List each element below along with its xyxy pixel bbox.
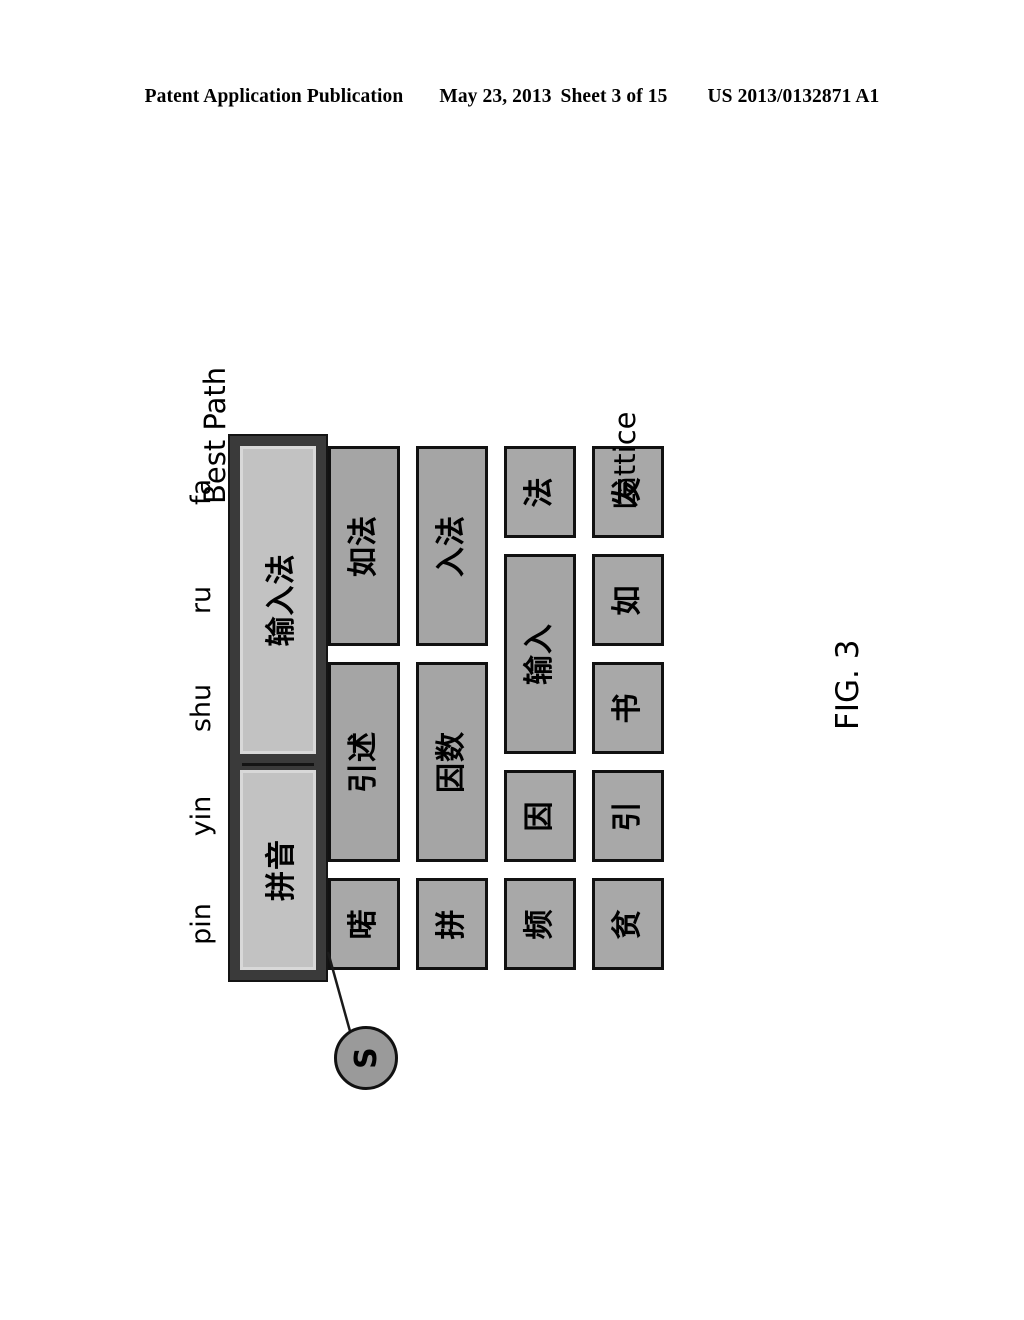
best-path-cell-2[interactable]: 输入法 — [240, 446, 316, 754]
syllable-label-ru: ru — [186, 585, 217, 615]
lattice-diagram: pin yin shu ru fa Best Path 拼音 输入法喏引述 如法拼因数 入法频因输… — [132, 250, 832, 1090]
lattice-node-r4-c1[interactable]: 贫 — [592, 878, 664, 970]
lattice-node-r4-c2[interactable]: 引 — [592, 770, 664, 862]
best-path-label: Best Path — [198, 366, 232, 504]
figure-stage: pin yin shu ru fa Best Path 拼音 输入法喏引述 如法拼因数 入法频因输… — [0, 0, 1024, 1320]
best-path-divider — [242, 763, 314, 766]
figure-caption: FIG. 3 — [830, 639, 866, 730]
best-path-cell-1[interactable]: 拼音 — [240, 770, 316, 970]
lattice-node-r1-c3[interactable]: 如法 — [328, 446, 400, 646]
syllable-label-shu: shu — [186, 683, 217, 733]
start-node[interactable]: S — [334, 1026, 398, 1090]
lattice-node-r4-c4[interactable]: 如 — [592, 554, 664, 646]
lattice-node-r3-c1[interactable]: 频 — [504, 878, 576, 970]
lattice-node-r3-c3[interactable]: 输入 — [504, 554, 576, 754]
lattice-node-r4-c3[interactable]: 书 — [592, 662, 664, 754]
lattice-label: Lattice — [608, 411, 642, 510]
lattice-node-r3-c2[interactable]: 因 — [504, 770, 576, 862]
lattice-node-r2-c3[interactable]: 入法 — [416, 446, 488, 646]
syllable-label-yin: yin — [186, 795, 217, 837]
lattice-node-r3-c4[interactable]: 法 — [504, 446, 576, 538]
syllable-label-pin: pin — [186, 903, 217, 945]
